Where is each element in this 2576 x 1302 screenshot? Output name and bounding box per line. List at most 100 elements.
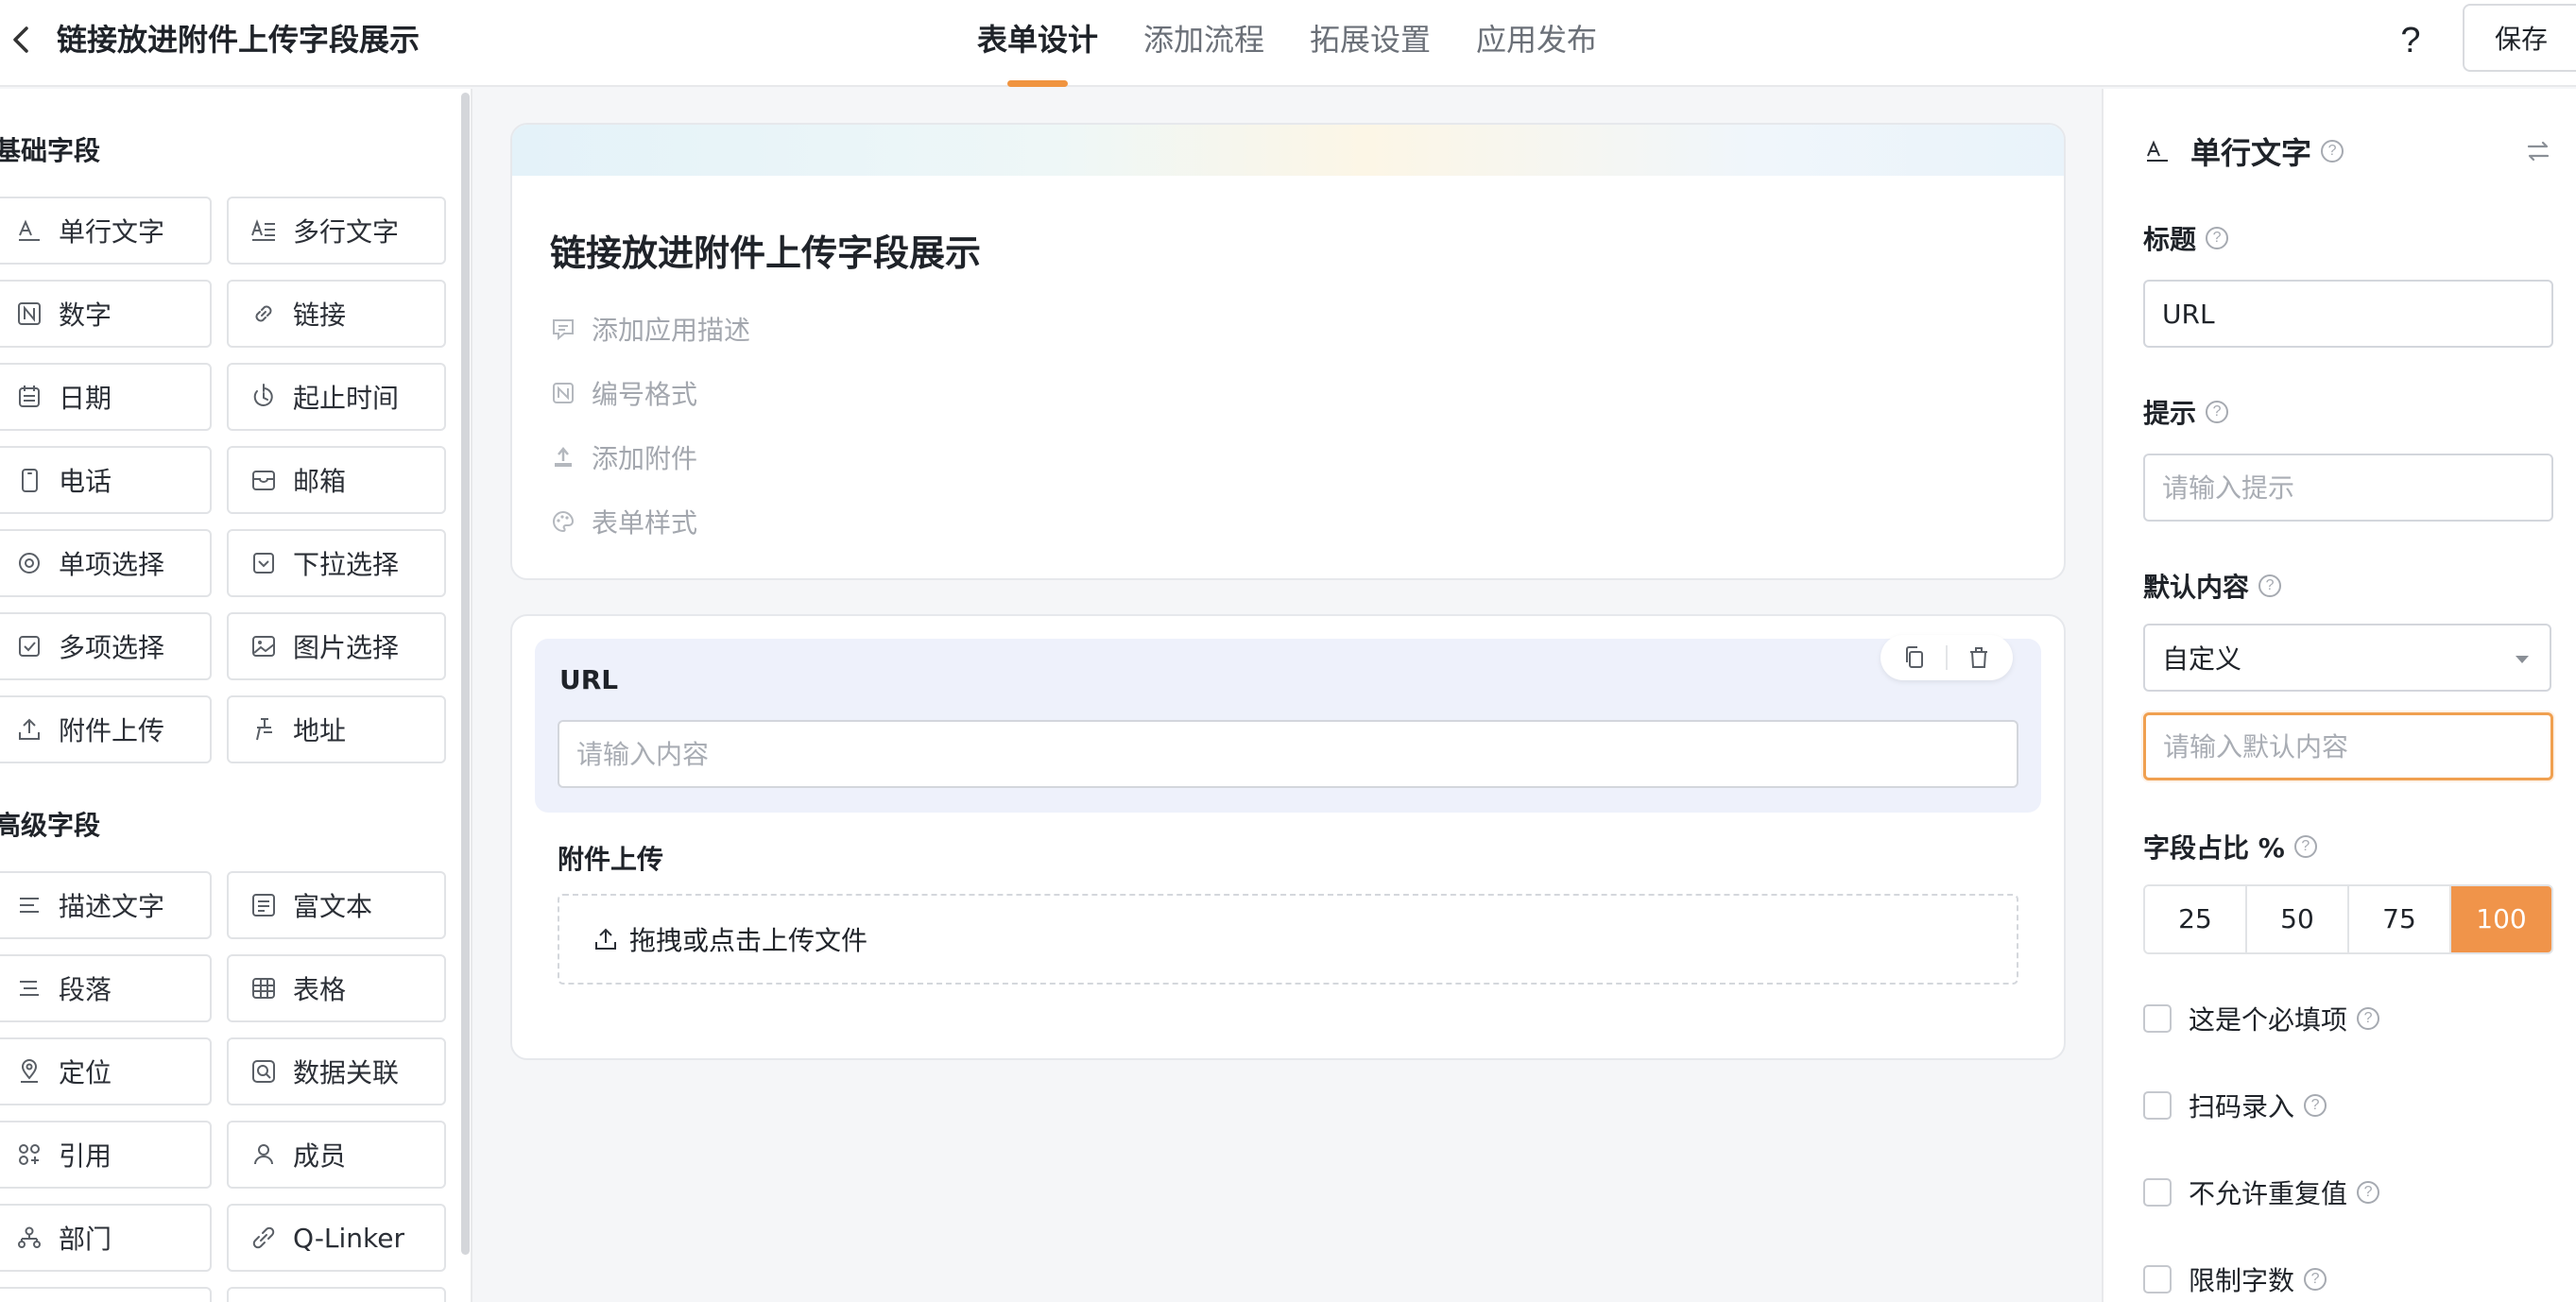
field-email[interactable]: 邮箱	[227, 446, 446, 514]
upload-dropzone[interactable]: 拖拽或点击上传文件	[558, 894, 2018, 985]
question-icon[interactable]: ?	[2357, 1007, 2380, 1030]
toolbar-divider	[1946, 645, 1948, 670]
title-input[interactable]	[2143, 280, 2553, 348]
question-icon[interactable]: ?	[2304, 1268, 2327, 1291]
field-data-link[interactable]: 数据关联	[227, 1037, 446, 1105]
width-option-100[interactable]: 100	[2451, 886, 2551, 952]
field-single-choice[interactable]: 单项选择	[0, 529, 212, 597]
multiline-text-icon	[249, 216, 278, 245]
field-label: 部门	[59, 1224, 112, 1255]
add-description-link[interactable]: 添加应用描述	[550, 308, 750, 350]
field-single-text[interactable]: 单行文字	[0, 197, 212, 265]
question-icon[interactable]: ?	[2258, 574, 2282, 597]
question-icon[interactable]: ?	[2293, 835, 2317, 858]
title-label-text: 标题	[2143, 224, 2197, 255]
width-ratio-selector: 25 50 75 100	[2143, 884, 2553, 954]
no-duplicate-option[interactable]: 不允许重复值 ?	[2143, 1174, 2380, 1211]
field-more-placeholder[interactable]	[0, 1287, 212, 1302]
back-arrow-icon[interactable]	[6, 21, 38, 59]
required-option[interactable]: 这是个必填项 ?	[2143, 1000, 2380, 1037]
tab-app-publish[interactable]: 应用发布	[1453, 0, 1620, 87]
question-icon[interactable]: ?	[2206, 401, 2229, 423]
field-type-header: 单行文字 ?	[2143, 128, 2344, 174]
field-department[interactable]: 部门	[0, 1204, 212, 1272]
width-option-50[interactable]: 50	[2247, 886, 2349, 952]
tab-form-design[interactable]: 表单设计	[954, 0, 1121, 87]
question-icon[interactable]: ?	[2321, 140, 2344, 163]
tab-add-process[interactable]: 添加流程	[1121, 0, 1287, 87]
form-title[interactable]: 链接放进附件上传字段展示	[550, 229, 981, 278]
field-dropdown[interactable]: 下拉选择	[227, 529, 446, 597]
width-option-25[interactable]: 25	[2145, 886, 2247, 952]
question-icon[interactable]: ?	[2206, 227, 2229, 249]
field-rich-text[interactable]: 富文本	[227, 871, 446, 939]
chevron-down-icon	[2516, 656, 2529, 663]
field-phone[interactable]: 电话	[0, 446, 212, 514]
default-content-input[interactable]	[2143, 712, 2553, 780]
dropdown-icon	[249, 549, 278, 577]
url-input[interactable]	[558, 720, 2018, 788]
field-paragraph[interactable]: 段落	[0, 954, 212, 1022]
required-checkbox[interactable]	[2143, 1004, 2172, 1033]
char-limit-option[interactable]: 限制字数 ?	[2143, 1260, 2327, 1298]
char-limit-checkbox[interactable]	[2143, 1265, 2172, 1293]
url-field-label: URL	[559, 664, 619, 695]
field-properties-panel: 单行文字 ? 标题? 提示? 默认内容? 自定义 字段占比 %? 25 50 7…	[2102, 89, 2576, 1302]
field-number[interactable]: 数字	[0, 280, 212, 348]
description-icon	[15, 891, 43, 919]
field-date[interactable]: 日期	[0, 363, 212, 431]
swap-icon[interactable]	[2523, 136, 2553, 166]
number-format-link[interactable]: 编号格式	[550, 372, 697, 414]
upload-icon	[15, 715, 43, 744]
no-duplicate-checkbox[interactable]	[2143, 1178, 2172, 1207]
hint-label-text: 提示	[2143, 398, 2197, 429]
field-label: 邮箱	[293, 466, 347, 497]
question-icon[interactable]: ?	[2357, 1181, 2380, 1204]
scan-input-option[interactable]: 扫码录入 ?	[2143, 1087, 2327, 1124]
field-label: 日期	[59, 383, 112, 414]
default-type-select[interactable]: 自定义	[2143, 624, 2551, 692]
copy-icon[interactable]	[1900, 643, 1929, 672]
url-field-block[interactable]: URL	[535, 635, 2041, 813]
form-banner	[512, 125, 2064, 176]
field-time-range[interactable]: 起止时间	[227, 363, 446, 431]
field-multi-text[interactable]: 多行文字	[227, 197, 446, 265]
department-icon	[15, 1224, 43, 1252]
question-icon[interactable]: ?	[2304, 1094, 2327, 1117]
phone-icon	[15, 466, 43, 494]
add-attachment-link[interactable]: 添加附件	[550, 437, 697, 478]
help-icon[interactable]: ?	[2391, 17, 2430, 64]
left-scrollbar[interactable]	[461, 93, 470, 1255]
app-title: 链接放进附件上传字段展示	[57, 22, 421, 58]
checkbox-label: 这是个必填项	[2189, 1004, 2348, 1036]
field-multi-choice[interactable]: 多项选择	[0, 612, 212, 680]
field-table[interactable]: 表格	[227, 954, 446, 1022]
field-label: 电话	[59, 466, 112, 497]
mail-icon	[249, 466, 278, 494]
field-q-linker[interactable]: Q-Linker	[227, 1204, 446, 1272]
delete-icon[interactable]	[1965, 643, 1993, 672]
field-address[interactable]: 地址	[227, 695, 446, 763]
address-icon	[249, 715, 278, 744]
checkbox-label: 限制字数	[2189, 1265, 2295, 1296]
form-style-link[interactable]: 表单样式	[550, 501, 697, 542]
comment-icon	[550, 316, 576, 342]
field-location[interactable]: 定位	[0, 1037, 212, 1105]
field-attachment[interactable]: 附件上传	[0, 695, 212, 763]
field-member[interactable]: 成员	[227, 1121, 446, 1189]
hint-input[interactable]	[2143, 454, 2553, 522]
save-button[interactable]: 保存	[2463, 4, 2576, 72]
field-label: 多行文字	[293, 216, 400, 248]
scan-input-checkbox[interactable]	[2143, 1091, 2172, 1120]
field-link[interactable]: 链接	[227, 280, 446, 348]
field-reference[interactable]: 引用	[0, 1121, 212, 1189]
field-image-choice[interactable]: 图片选择	[227, 612, 446, 680]
width-option-75[interactable]: 75	[2349, 886, 2451, 952]
field-description[interactable]: 描述文字	[0, 871, 212, 939]
field-more-placeholder[interactable]	[227, 1287, 446, 1302]
attachment-field-label: 附件上传	[558, 844, 664, 875]
number-icon	[15, 300, 43, 328]
meta-label: 添加附件	[592, 443, 698, 474]
checkbox-label: 不允许重复值	[2189, 1178, 2348, 1209]
tab-extension-settings[interactable]: 拓展设置	[1287, 0, 1453, 87]
